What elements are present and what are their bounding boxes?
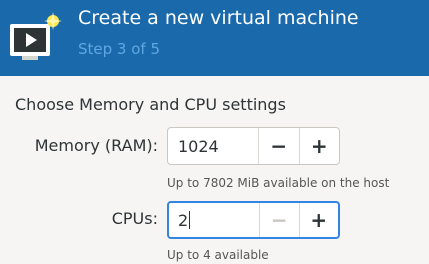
cpus-label: CPUs: bbox=[111, 209, 158, 228]
wizard-step-indicator: Step 3 of 5 bbox=[78, 40, 161, 58]
memory-input[interactable]: 1024 bbox=[168, 128, 258, 164]
memory-spinbutton[interactable]: 1024 − + bbox=[167, 127, 340, 165]
text-cursor bbox=[189, 211, 191, 229]
memory-decrement-button[interactable]: − bbox=[258, 128, 299, 164]
cpus-value: 2 bbox=[178, 210, 189, 230]
cpus-decrement-button[interactable]: − bbox=[259, 203, 299, 237]
wizard-header: Create a new virtual machine Step 3 of 5 bbox=[0, 0, 429, 76]
memory-label: Memory (RAM): bbox=[34, 136, 158, 155]
section-title: Choose Memory and CPU settings bbox=[15, 95, 286, 114]
memory-increment-button[interactable]: + bbox=[298, 128, 340, 164]
memory-hint: Up to 7802 MiB available on the host bbox=[167, 176, 390, 190]
virtual-machine-icon bbox=[10, 12, 62, 60]
cpus-input[interactable]: 2 bbox=[169, 203, 259, 237]
wizard-title: Create a new virtual machine bbox=[78, 7, 359, 29]
cpus-hint: Up to 4 available bbox=[167, 248, 269, 262]
cpus-increment-button[interactable]: + bbox=[298, 203, 339, 237]
cpus-spinbutton[interactable]: 2 − + bbox=[167, 201, 340, 239]
